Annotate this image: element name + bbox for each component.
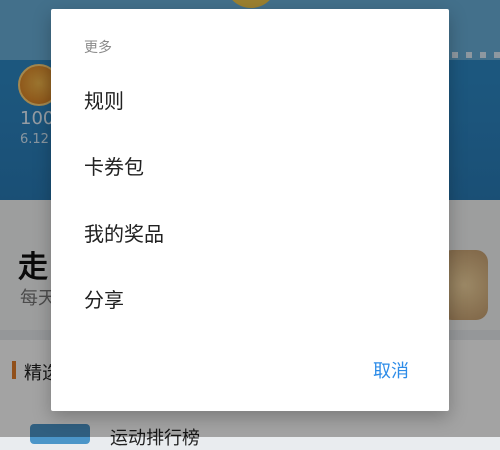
menu-item-rules[interactable]: 规则: [84, 81, 424, 121]
dialog-title: 更多: [84, 40, 112, 56]
more-dialog: 更多 规则 卡券包 我的奖品 分享 取消: [51, 9, 449, 411]
cancel-button[interactable]: 取消: [373, 357, 409, 387]
menu-item-share[interactable]: 分享: [84, 280, 424, 320]
menu-item-my-prizes[interactable]: 我的奖品: [84, 214, 424, 254]
menu-item-coupons[interactable]: 卡券包: [84, 147, 424, 187]
